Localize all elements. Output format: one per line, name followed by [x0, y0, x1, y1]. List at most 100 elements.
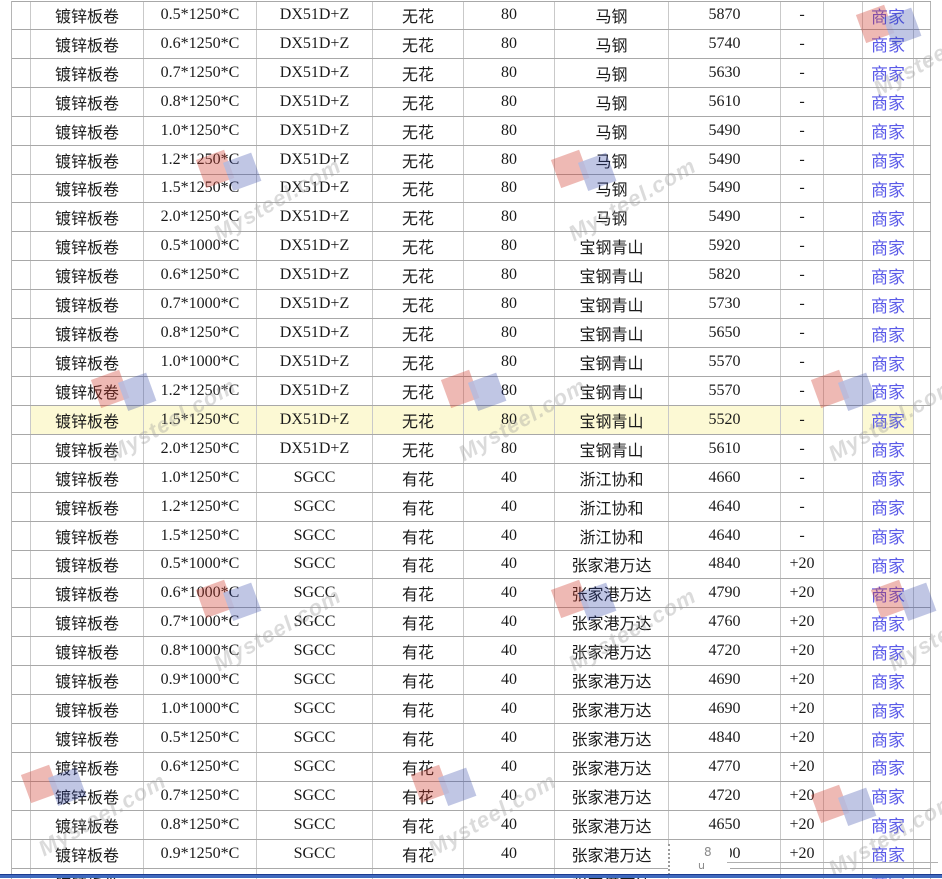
table-row: 镀锌板卷0.5*1000*CDX51D+Z无花80宝钢青山5920-商家 — [12, 232, 931, 261]
merchant-link[interactable]: 商家 — [871, 783, 905, 808]
table-row: 镀锌板卷0.8*1250*CSGCC有花40张家港万达4650+20商家 — [12, 811, 931, 840]
cell-spec: 1.0*1000*C — [144, 695, 257, 723]
merchant-link[interactable]: 商家 — [871, 552, 905, 577]
merchant-link[interactable]: 商家 — [871, 668, 905, 693]
edge-cell — [914, 30, 931, 58]
floating-widget[interactable]: 8 u — [668, 844, 730, 875]
merchant-link[interactable]: 商家 — [871, 697, 905, 722]
cell-price: 4770 — [669, 753, 781, 781]
row-gutter-cell — [12, 724, 31, 752]
cell-merchant: 商家 — [863, 782, 914, 810]
merchant-link[interactable]: 商家 — [871, 378, 905, 403]
cell-surface: 无花 — [373, 88, 464, 116]
merchant-link[interactable]: 商家 — [871, 407, 905, 432]
cell-surface: 有花 — [373, 753, 464, 781]
merchant-link[interactable]: 商家 — [871, 321, 905, 346]
cell-price: 5610 — [669, 435, 781, 463]
cell-spec: 1.0*1250*C — [144, 117, 257, 145]
cell-change: +20 — [781, 840, 824, 868]
merchant-link[interactable]: 商家 — [871, 523, 905, 548]
spacer-cell — [824, 753, 863, 781]
cell-mill: 张家港万达 — [555, 753, 669, 781]
price-listing-page: 镀锌板卷0.5*1250*CDX51D+Z无花80马钢5870-商家镀锌板卷0.… — [0, 0, 942, 879]
edge-cell — [914, 203, 931, 231]
row-gutter-cell — [12, 59, 31, 87]
cell-mill: 宝钢青山 — [555, 406, 669, 434]
cell-zinc-weight: 80 — [464, 175, 555, 203]
merchant-link[interactable]: 商家 — [871, 494, 905, 519]
merchant-link[interactable]: 商家 — [871, 581, 905, 606]
cell-surface: 无花 — [373, 377, 464, 405]
cell-material: DX51D+Z — [257, 319, 373, 347]
merchant-link[interactable]: 商家 — [871, 234, 905, 259]
cell-merchant: 商家 — [863, 146, 914, 174]
floating-widget-glyph-top: 8 — [704, 845, 712, 859]
cell-product: 镀锌板卷 — [31, 290, 144, 318]
cell-product: 镀锌板卷 — [31, 30, 144, 58]
table-row: 镀锌板卷0.8*1000*CSGCC有花40张家港万达4720+20商家 — [12, 637, 931, 666]
table-row: 镀锌板卷2.0*1250*CDX51D+Z无花80马钢5490-商家 — [12, 203, 931, 232]
cell-change: - — [781, 493, 824, 521]
edge-cell — [914, 608, 931, 636]
cell-merchant: 商家 — [863, 753, 914, 781]
merchant-link[interactable]: 商家 — [871, 610, 905, 635]
cell-price: 5490 — [669, 146, 781, 174]
merchant-link[interactable]: 商家 — [871, 118, 905, 143]
merchant-link[interactable]: 商家 — [871, 465, 905, 490]
merchant-link[interactable]: 商家 — [871, 176, 905, 201]
edge-cell — [914, 377, 931, 405]
cell-zinc-weight: 80 — [464, 406, 555, 434]
cell-material: SGCC — [257, 724, 373, 752]
merchant-link[interactable]: 商家 — [871, 89, 905, 114]
cell-product: 镀锌板卷 — [31, 435, 144, 463]
merchant-link[interactable]: 商家 — [871, 350, 905, 375]
edge-cell — [914, 493, 931, 521]
spacer-cell — [824, 695, 863, 723]
cell-zinc-weight: 40 — [464, 811, 555, 839]
cell-surface: 有花 — [373, 493, 464, 521]
cell-change: - — [781, 88, 824, 116]
merchant-link[interactable]: 商家 — [871, 3, 905, 28]
cell-merchant: 商家 — [863, 666, 914, 694]
merchant-link[interactable]: 商家 — [871, 639, 905, 664]
cell-merchant: 商家 — [863, 464, 914, 492]
merchant-link[interactable]: 商家 — [871, 292, 905, 317]
cell-spec: 0.7*1250*C — [144, 59, 257, 87]
cell-merchant: 商家 — [863, 59, 914, 87]
merchant-link[interactable]: 商家 — [871, 754, 905, 779]
cell-change: +20 — [781, 811, 824, 839]
cell-spec: 1.2*1250*C — [144, 146, 257, 174]
cell-spec: 0.8*1000*C — [144, 637, 257, 665]
cell-product: 镀锌板卷 — [31, 348, 144, 376]
cell-surface: 有花 — [373, 608, 464, 636]
cell-product: 镀锌板卷 — [31, 319, 144, 347]
merchant-link[interactable]: 商家 — [871, 31, 905, 56]
cell-change: +20 — [781, 579, 824, 607]
cell-merchant: 商家 — [863, 203, 914, 231]
edge-cell — [914, 406, 931, 434]
merchant-link[interactable]: 商家 — [871, 147, 905, 172]
merchant-link[interactable]: 商家 — [871, 263, 905, 288]
merchant-link[interactable]: 商家 — [871, 205, 905, 230]
cell-change: - — [781, 406, 824, 434]
cell-product: 镀锌板卷 — [31, 464, 144, 492]
merchant-link[interactable]: 商家 — [871, 60, 905, 85]
cell-product: 镀锌板卷 — [31, 175, 144, 203]
edge-cell — [914, 117, 931, 145]
cell-zinc-weight: 40 — [464, 551, 555, 579]
cell-zinc-weight: 40 — [464, 666, 555, 694]
cell-merchant: 商家 — [863, 2, 914, 29]
spacer-cell — [824, 406, 863, 434]
merchant-link[interactable]: 商家 — [871, 436, 905, 461]
table-row: 镀锌板卷0.5*1250*CSGCC有花40张家港万达4840+20商家 — [12, 724, 931, 753]
cell-price: 5520 — [669, 406, 781, 434]
merchant-link[interactable]: 商家 — [871, 812, 905, 837]
cell-spec: 0.8*1250*C — [144, 88, 257, 116]
cell-surface: 有花 — [373, 840, 464, 868]
cell-merchant: 商家 — [863, 175, 914, 203]
cell-zinc-weight: 80 — [464, 117, 555, 145]
cell-material: SGCC — [257, 811, 373, 839]
cell-product: 镀锌板卷 — [31, 59, 144, 87]
merchant-link[interactable]: 商家 — [871, 726, 905, 751]
cell-change: +20 — [781, 551, 824, 579]
